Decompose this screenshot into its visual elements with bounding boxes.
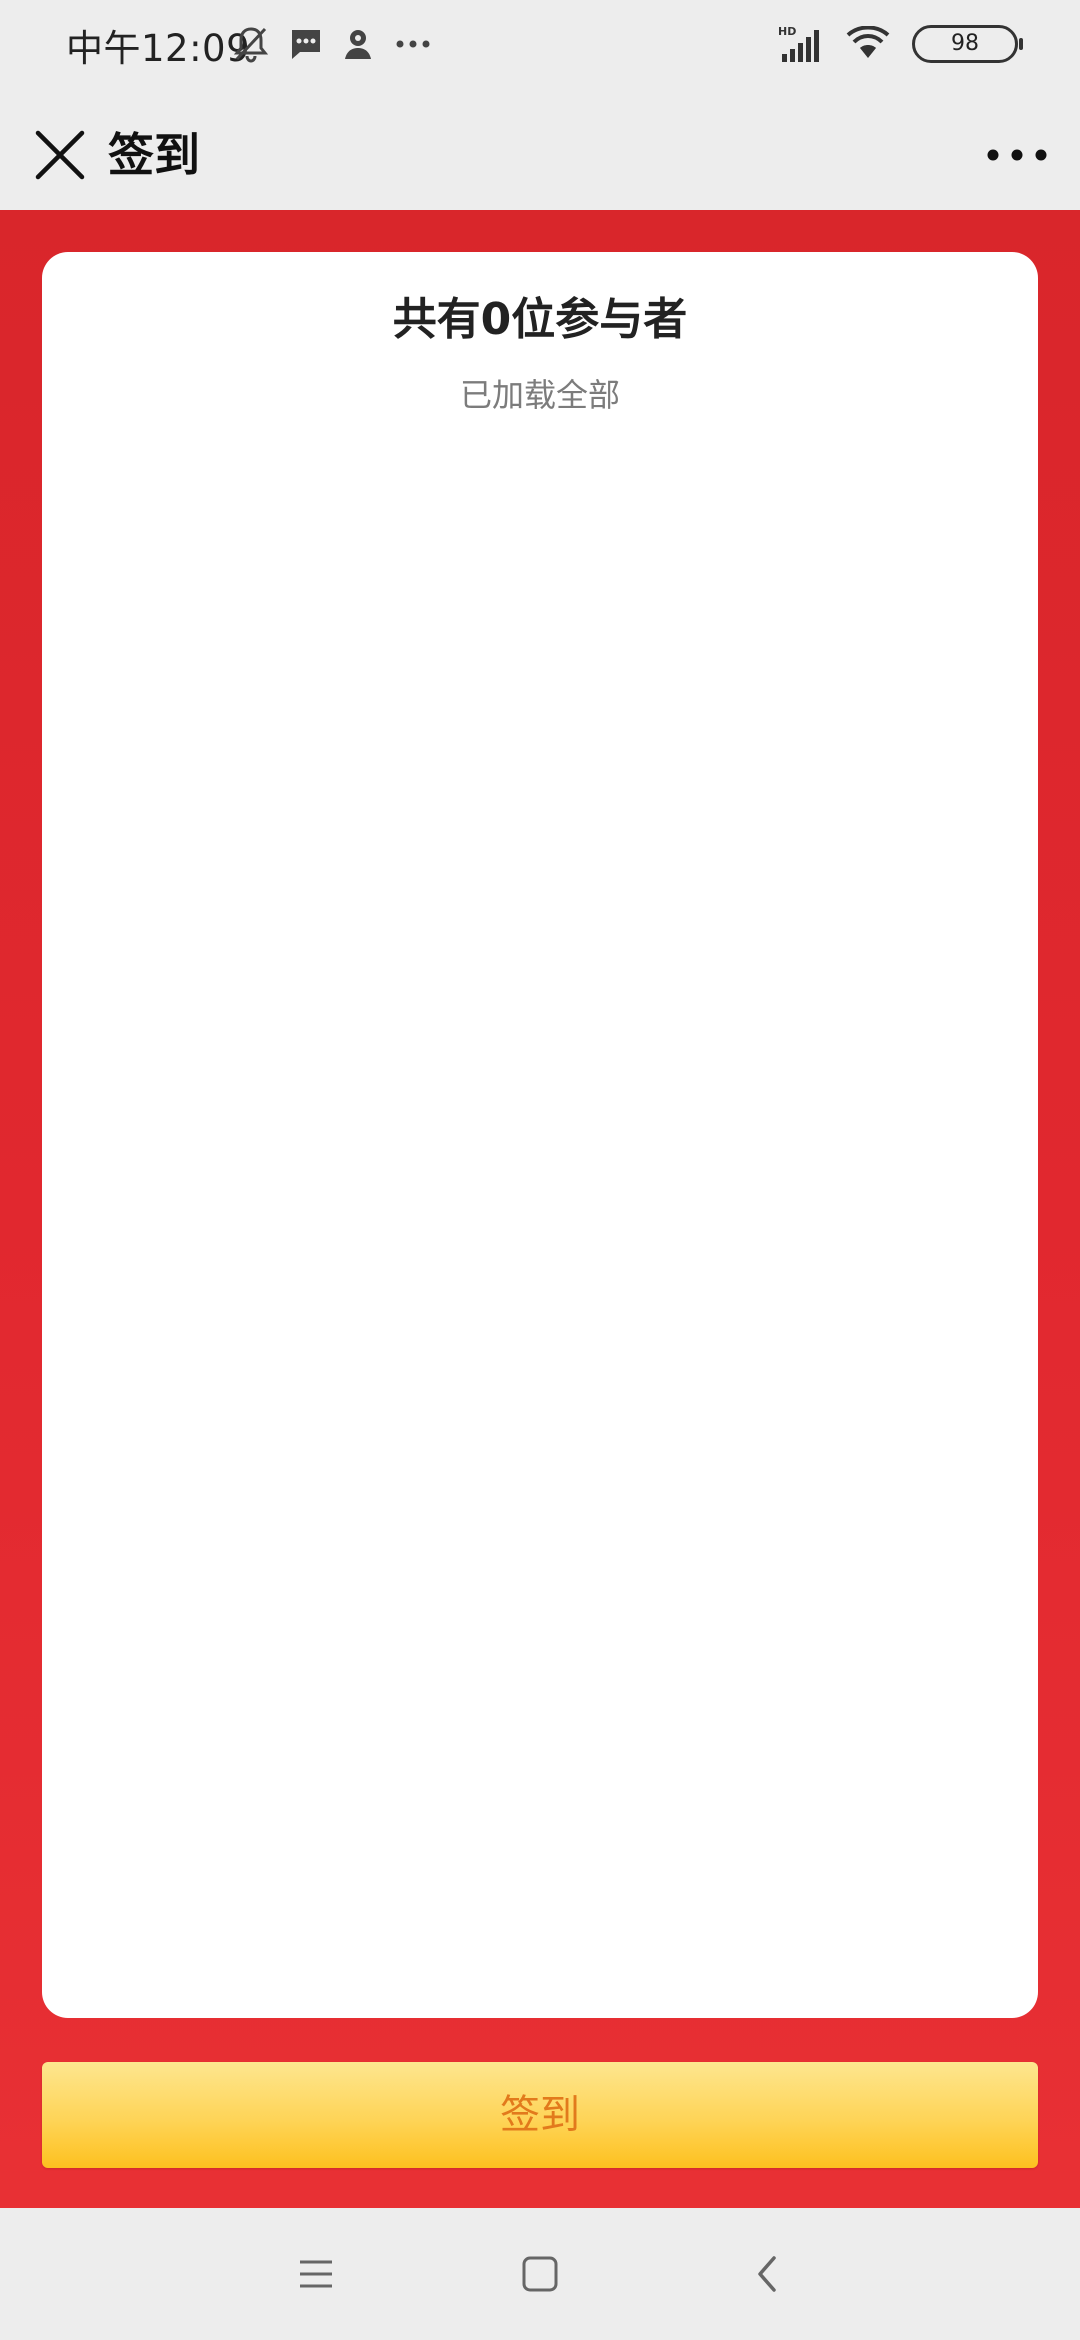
battery-level: 98: [951, 31, 979, 56]
home-square-icon[interactable]: [514, 2248, 566, 2300]
more-horizontal-icon[interactable]: [984, 125, 1050, 185]
status-icons-left: [232, 24, 434, 64]
status-bar: 中午12:09 HD 98: [0, 0, 1080, 100]
battery-icon: 98: [912, 25, 1023, 63]
bell-muted-icon: [233, 27, 269, 63]
signin-button[interactable]: 签到: [42, 2062, 1038, 2168]
participants-card: 共有0位参与者 已加载全部: [42, 252, 1038, 2018]
close-icon[interactable]: [30, 125, 90, 185]
main-content: 共有0位参与者 已加载全部 签到: [0, 210, 1080, 2208]
page-title: 签到: [108, 128, 200, 182]
status-time: 中午12:09: [66, 27, 251, 70]
location-person-icon: [345, 30, 371, 59]
loaded-all-status: 已加载全部: [459, 376, 620, 414]
menu-icon[interactable]: [290, 2248, 342, 2300]
back-chevron-icon[interactable]: [742, 2248, 794, 2300]
more-dots-icon: [396, 40, 430, 48]
participants-count-title: 共有0位参与者: [392, 294, 688, 345]
system-nav-bar: [0, 2208, 1080, 2340]
svg-text:HD: HD: [778, 25, 796, 38]
signal-hd-icon: HD: [778, 25, 819, 62]
wifi-icon: [846, 26, 890, 58]
status-icons-right: HD 98: [778, 24, 1023, 64]
nav-bar: 签到: [0, 100, 1080, 210]
message-icon: [292, 30, 320, 59]
